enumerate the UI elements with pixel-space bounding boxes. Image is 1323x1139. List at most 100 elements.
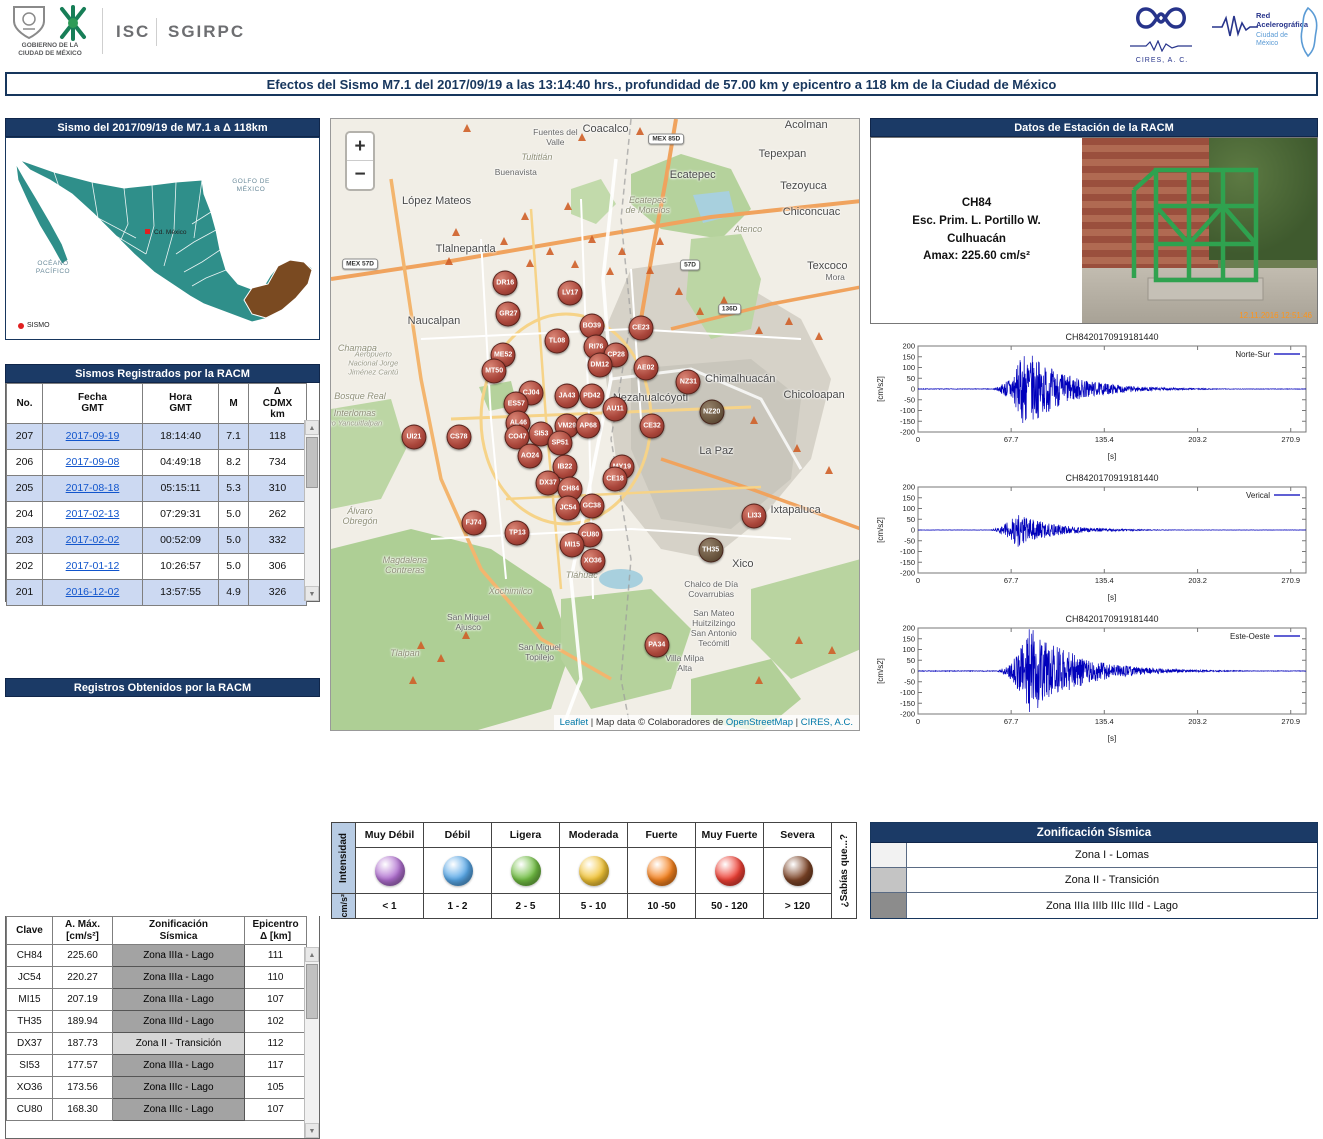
cires-link[interactable]: CIRES, A.C. — [801, 717, 853, 728]
intensity-sphere-icon — [714, 855, 745, 886]
station-marker-JA43[interactable]: JA43 — [554, 383, 580, 409]
map-place-label: Ecatepec de Morelos — [625, 194, 671, 215]
svg-text:203.2: 203.2 — [1188, 576, 1207, 585]
station-marker-AP68[interactable]: AP68 — [575, 413, 601, 439]
sismo-row: 205 2017-08-18 05:15:11 5.3 310 — [6, 474, 307, 502]
svg-text:-100: -100 — [900, 688, 915, 697]
zoom-out-button[interactable]: − — [347, 161, 373, 189]
peak-triangle-icon — [645, 265, 654, 274]
leaflet-link[interactable]: Leaflet — [560, 717, 589, 728]
station-marker-JC54[interactable]: JC54 — [555, 495, 581, 521]
station-marker-AE02[interactable]: AE02 — [633, 355, 659, 381]
station-marker-GC38[interactable]: GC38 — [579, 493, 605, 519]
sismo-row: 202 2017-01-12 10:26:57 5.0 306 — [6, 552, 307, 580]
cires-logo: CIRES, A. C. — [1130, 4, 1194, 64]
scroll-thumb[interactable] — [306, 964, 318, 1019]
sismo-cell: 202 — [6, 552, 43, 580]
station-marker-DX37[interactable]: DX37 — [535, 470, 561, 496]
map-place-label: Villa Milpa Alta — [665, 652, 705, 673]
svg-text:270.9: 270.9 — [1281, 717, 1300, 726]
map-place-label: Tlalnepantla — [435, 243, 496, 256]
accelerogram: CH8420170919181440200150100500-50-100-15… — [874, 612, 1318, 744]
scroll-up-button[interactable]: ▲ — [305, 947, 319, 962]
sismo-date-link[interactable]: 2017-02-13 — [66, 508, 120, 520]
sabias-que-tab[interactable]: ¿Sabías que...? — [831, 822, 857, 919]
station-marker-NZ20[interactable]: NZ20 — [699, 399, 725, 425]
sismo-date-link[interactable]: 2017-02-02 — [66, 534, 120, 546]
station-marker-GR27[interactable]: GR27 — [495, 301, 521, 327]
svg-text:-100: -100 — [900, 547, 915, 556]
svg-text:Verical: Verical — [1246, 491, 1270, 500]
peak-triangle-icon — [408, 675, 417, 684]
sismo-date-cell: 2017-08-18 — [42, 474, 143, 502]
station-marker-LI33[interactable]: LI33 — [741, 503, 767, 529]
station-marker-FJ74[interactable]: FJ74 — [461, 510, 487, 536]
peak-triangle-icon — [824, 466, 833, 475]
red-valley-outline-icon — [1300, 6, 1318, 58]
station-map[interactable]: Coacalco Acolman Fuentes del Valle Tepexpan… — [330, 118, 860, 731]
scroll-down-button[interactable]: ▼ — [305, 1123, 319, 1138]
station-marker-LV17[interactable]: LV17 — [557, 280, 583, 306]
station-marker-MT50[interactable]: MT50 — [481, 358, 507, 384]
map-place-label: Acolman — [784, 119, 828, 132]
scroll-up-button[interactable]: ▲ — [305, 420, 319, 435]
station-marker-AU11[interactable]: AU11 — [602, 396, 628, 422]
peak-triangle-icon — [587, 234, 596, 243]
peak-triangle-icon — [755, 675, 764, 684]
sismo-date-link[interactable]: 2017-09-08 — [66, 456, 120, 468]
station-marker-SP51[interactable]: SP51 — [547, 430, 573, 456]
peak-triangle-icon — [793, 444, 802, 453]
sismo-date-link[interactable]: 2017-01-12 — [66, 560, 120, 572]
intensity-sphere-icon — [578, 855, 609, 886]
openstreetmap-link[interactable]: OpenStreetMap — [726, 717, 793, 728]
sismo-date-link[interactable]: 2016-12-02 — [66, 586, 120, 598]
scroll-track[interactable] — [305, 962, 319, 1123]
registro-zona-cell: Zona IIIa - Lago — [112, 988, 245, 1011]
station-marker-XO36[interactable]: XO36 — [580, 548, 606, 574]
station-marker-UI21[interactable]: UI21 — [401, 424, 427, 450]
station-marker-DR16[interactable]: DR16 — [492, 270, 518, 296]
svg-text:67.7: 67.7 — [1004, 435, 1019, 444]
registro-zona-cell: Zona IIIc - Lago — [112, 1076, 245, 1099]
map-place-label: López Mateos — [402, 194, 472, 207]
sismo-date-link[interactable]: 2017-08-18 — [66, 482, 120, 494]
svg-text:135.4: 135.4 — [1095, 576, 1114, 585]
station-marker-NZ31[interactable]: NZ31 — [675, 369, 701, 395]
intensity-unit-header: cm/s² — [331, 893, 356, 919]
map-place-label: Naucalpan — [407, 314, 461, 327]
station-marker-PA34[interactable]: PA34 — [644, 632, 670, 658]
sismo-date-cell: 2017-02-02 — [42, 526, 143, 554]
svg-text:135.4: 135.4 — [1095, 717, 1114, 726]
registros-vertical-scrollbar[interactable]: ▲ ▼ — [304, 947, 319, 1138]
station-marker-CE18[interactable]: CE18 — [602, 466, 628, 492]
registro-clave-cell: TH35 — [6, 1010, 53, 1033]
station-marker-CE23[interactable]: CE23 — [628, 315, 654, 341]
registro-row: DX37 187.73 Zona II - Transición 112 — [6, 1032, 307, 1055]
map-place-label: Chimalhuacán — [705, 372, 776, 385]
legend-sismo-dot-icon — [18, 322, 24, 329]
station-marker-TL08[interactable]: TL08 — [544, 328, 570, 354]
sismo-cell: 205 — [6, 474, 43, 502]
scroll-track[interactable] — [305, 435, 319, 586]
accelerogram-chart-verical: CH8420170919181440 200 150 100 50 0 -50 -100 -15… — [874, 471, 1318, 608]
svg-text:0: 0 — [916, 717, 920, 726]
station-marker-TP13[interactable]: TP13 — [504, 520, 530, 546]
sismo-cell: 07:29:31 — [142, 500, 219, 528]
sismo-cell: 201 — [6, 578, 43, 606]
station-cage-structure — [1131, 167, 1264, 301]
svg-text:100: 100 — [902, 645, 915, 654]
zoning-label: Zona I - Lomas — [1075, 849, 1149, 861]
scroll-down-button[interactable]: ▼ — [305, 586, 319, 601]
station-marker-TH35[interactable]: TH35 — [698, 537, 724, 563]
sismos-vertical-scrollbar[interactable]: ▲ ▼ — [304, 420, 319, 601]
station-marker-CE32[interactable]: CE32 — [639, 413, 665, 439]
station-marker-AO24[interactable]: AO24 — [517, 443, 543, 469]
station-marker-DM12[interactable]: DM12 — [587, 352, 613, 378]
sismo-date-link[interactable]: 2017-09-19 — [66, 430, 120, 442]
scroll-thumb[interactable] — [306, 437, 318, 489]
station-marker-PD42[interactable]: PD42 — [579, 383, 605, 409]
intensity-range-label: 2 - 5 — [491, 893, 560, 919]
station-info-panel: CH84 Esc. Prim. L. Portillo W. Culhuacán… — [870, 137, 1318, 324]
station-marker-CS78[interactable]: CS78 — [446, 424, 472, 450]
zoom-in-button[interactable]: + — [347, 133, 373, 161]
